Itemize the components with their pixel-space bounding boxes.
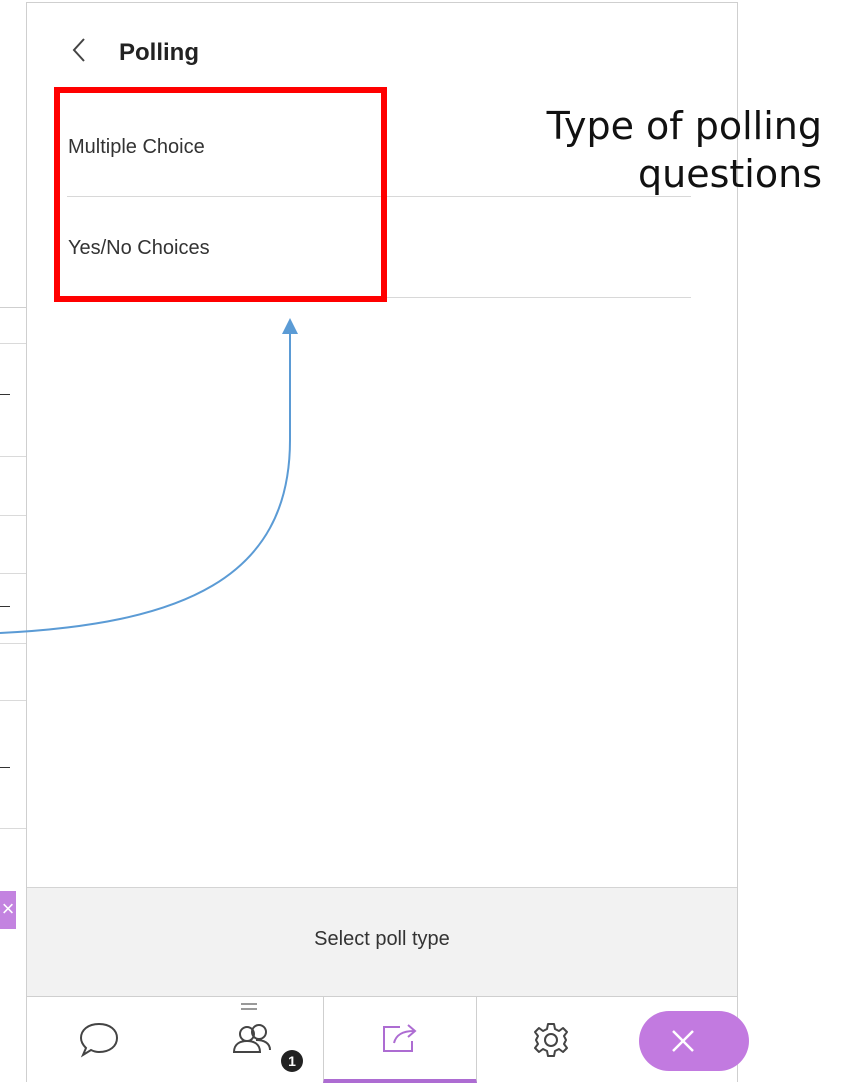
chat-bubble-icon [79,1022,119,1058]
divider [0,643,26,644]
chat-button[interactable] [63,997,135,1083]
share-content-button[interactable] [323,997,477,1083]
annotation-label: Type of polling questions [492,102,822,198]
divider [0,700,26,701]
people-icon [232,1024,271,1053]
divider [0,456,26,457]
divider [0,515,26,516]
page-title: Polling [119,39,199,66]
attendee-count-badge: 1 [281,1050,303,1072]
divider [0,343,26,344]
status-text: Select poll type [314,928,450,950]
settings-button[interactable] [515,997,587,1083]
divider [0,828,26,829]
annotation-line: Type of polling [546,104,822,148]
close-icon[interactable]: × [0,891,16,929]
attendees-button[interactable] [209,997,297,1083]
divider [0,394,10,395]
status-footer: Select poll type [27,887,737,996]
background-panel: × [0,307,27,962]
bottom-toolbar: 1 [27,996,749,1083]
annotation-line: questions [638,152,822,196]
divider [0,573,26,574]
close-icon [672,1030,694,1052]
gear-icon [534,1023,568,1057]
share-icon [383,1024,417,1052]
divider [0,767,10,768]
back-chevron-icon[interactable] [65,33,93,67]
divider [0,606,10,607]
panel-header: Polling [27,3,737,91]
highlight-box [54,87,387,302]
close-session-button[interactable] [639,1011,749,1071]
